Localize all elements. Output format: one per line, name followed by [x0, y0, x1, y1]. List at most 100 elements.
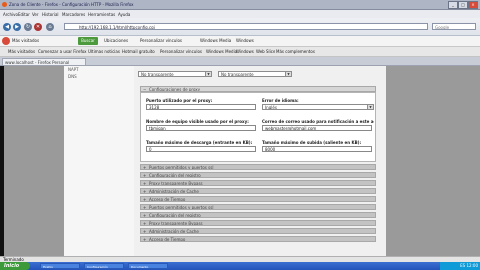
language-select-value: Inglés — [265, 105, 277, 110]
reload-icon[interactable]: ↻ — [24, 23, 32, 31]
mode-select-left[interactable]: No transparente ▼ — [138, 71, 212, 77]
section-title: Configuración del registro — [149, 213, 201, 218]
navigation-bar: ◀ ▶ ↻ ✕ ⌂ http://192.168.1.1/html/httpco… — [0, 18, 480, 36]
section-title: Acceso de Tiempo — [149, 237, 186, 242]
bookmark-logo-icon — [2, 37, 10, 45]
section-title: Puertos permitidos y puertos ssl — [149, 205, 214, 210]
section-header[interactable]: + Acceso de Tiempo — [140, 236, 376, 242]
taskbar-item[interactable]: Documento — [128, 263, 168, 269]
link-item[interactable]: Comenzar a usar Firefox — [38, 49, 87, 54]
link-item[interactable]: Personalizar vínculos — [160, 49, 202, 54]
menu-marcadores[interactable]: Marcadores — [62, 12, 85, 17]
system-clock: ES 12:00 — [440, 262, 480, 270]
max-download-input[interactable]: 0 — [146, 146, 256, 152]
forward-icon[interactable]: ▶ — [13, 23, 21, 31]
field-label: Tamaño máximo de subida (saliente en KB)… — [262, 140, 362, 145]
link-item[interactable]: Últimas noticias — [88, 49, 120, 54]
section-title: Administración de Cache — [149, 229, 199, 234]
link-item[interactable]: Windows Media — [206, 49, 237, 54]
firefox-icon — [2, 2, 7, 7]
admin-email-input[interactable]: webmaster@hotmail.com — [262, 125, 372, 131]
field-label: Tamaño máximo de descarga (entrante en K… — [146, 140, 253, 145]
menu-ver[interactable]: Ver — [32, 12, 39, 17]
expand-icon: + — [143, 221, 147, 226]
section-header[interactable]: + Proxy transparente Bypass — [140, 220, 376, 226]
bookmark-item[interactable]: Personalizar vínculos — [140, 38, 182, 43]
home-icon[interactable]: ⌂ — [46, 23, 54, 31]
section-title: Puertos permitidos y puertos ssl — [149, 165, 214, 170]
bookmark-item[interactable]: Más visitados — [12, 38, 39, 43]
left-edge — [0, 66, 4, 256]
expand-icon: + — [143, 197, 147, 202]
sidebar: NAPT DNS — [64, 66, 135, 256]
maximize-button[interactable]: □ — [458, 1, 468, 9]
section-title: Proxy transparente Bypass — [149, 181, 203, 186]
close-button[interactable]: × — [468, 1, 478, 9]
link-item[interactable]: Más complementos — [276, 49, 315, 54]
language-select[interactable]: Inglés ▼ — [262, 104, 374, 110]
section-title: Proxy transparente Bypass — [149, 221, 203, 226]
chevron-down-icon: ▼ — [205, 72, 211, 76]
title-bar: Zona de Cliente - Firefox - Configuració… — [0, 0, 480, 10]
menu-ayuda[interactable]: Ayuda — [118, 12, 130, 17]
field-label: Nombre de equipo visible usado por el pr… — [146, 119, 249, 124]
links-toolbar: Más visitados Comenzar a usar Firefox Úl… — [0, 47, 480, 57]
tab-active[interactable]: www.localhost - Firefox Personal — [2, 58, 86, 65]
menu-historial[interactable]: Historial — [42, 12, 59, 17]
field-label: Error de idioma: — [262, 98, 299, 103]
url-input[interactable]: http://192.168.1.1/html/httpconfig.cgi — [64, 23, 428, 30]
tab-strip: www.localhost - Firefox Personal — [0, 57, 480, 66]
sidebar-item-dns[interactable]: DNS — [68, 74, 77, 79]
link-item[interactable]: Windows — [236, 49, 254, 54]
search-input[interactable]: Google — [432, 23, 476, 30]
expand-icon: + — [143, 213, 147, 218]
mode-select-right-value: No transparente — [221, 72, 254, 77]
section-title: Configuración del registro — [149, 173, 201, 178]
start-button[interactable]: Inicio — [0, 262, 30, 270]
bookmarks-bar: Más visitados Buscar Ubicaciones Persona… — [0, 36, 480, 47]
link-item[interactable]: Más visitados — [8, 49, 35, 54]
sidebar-item-napt[interactable]: NAPT — [68, 67, 79, 72]
link-item[interactable]: Hotmail gratuito — [122, 49, 155, 54]
bookmark-item[interactable]: Ubicaciones — [104, 38, 128, 43]
menu-herramientas[interactable]: Herramientas — [88, 12, 115, 17]
menu-editar[interactable]: Editar — [18, 12, 30, 17]
expand-icon: + — [143, 205, 147, 210]
section-header[interactable]: + Acceso de Tiempo — [140, 196, 376, 202]
field-label: Puerto utilizado por el proxy: — [146, 98, 213, 103]
stop-icon[interactable]: ✕ — [34, 23, 42, 31]
section-header[interactable]: + Configuración del registro — [140, 212, 376, 218]
go-button[interactable]: Buscar — [78, 37, 98, 45]
expand-icon: + — [143, 173, 147, 178]
section-header[interactable]: + Configuración del registro — [140, 172, 376, 178]
minimize-button[interactable]: _ — [448, 1, 458, 9]
expand-icon: + — [143, 189, 147, 194]
max-upload-input[interactable]: 8000 — [262, 146, 372, 152]
bookmark-item[interactable]: Windows Media — [200, 38, 231, 43]
section-header[interactable]: + Administración de Cache — [140, 228, 376, 234]
section-header[interactable]: + Proxy transparente Bypass — [140, 180, 376, 186]
field-label: Correo de correo usado para notificación… — [262, 119, 374, 124]
section-title: Acceso de Tiempo — [149, 197, 186, 202]
expand-icon: + — [143, 229, 147, 234]
menu-archivo[interactable]: Archivo — [3, 12, 18, 17]
link-item[interactable]: Web Slice — [256, 49, 275, 54]
bookmark-item[interactable]: Windows — [236, 38, 254, 43]
mode-select-right[interactable]: No transparente ▼ — [218, 71, 292, 77]
expand-icon: + — [143, 165, 147, 170]
taskbar-item[interactable]: Configuración — [84, 263, 124, 269]
expand-icon: + — [143, 237, 147, 242]
proxy-port-input[interactable]: 3128 — [146, 104, 256, 110]
back-icon[interactable]: ◀ — [3, 23, 11, 31]
mode-select-left-value: No transparente — [141, 72, 174, 77]
chevron-down-icon: ▼ — [367, 105, 373, 109]
hostname-input[interactable]: tbmigan — [146, 125, 256, 131]
chevron-down-icon: ▼ — [285, 72, 291, 76]
section-header[interactable]: + Puertos permitidos y puertos ssl — [140, 164, 376, 170]
section-header[interactable]: + Puertos permitidos y puertos ssl — [140, 204, 376, 210]
section-title: Administración de Cache — [149, 189, 199, 194]
window-title: Zona de Cliente - Firefox - Configuració… — [9, 2, 134, 7]
taskbar-item[interactable]: Firefox — [40, 263, 80, 269]
section-header[interactable]: + Administración de Cache — [140, 188, 376, 194]
expand-icon: + — [143, 181, 147, 186]
